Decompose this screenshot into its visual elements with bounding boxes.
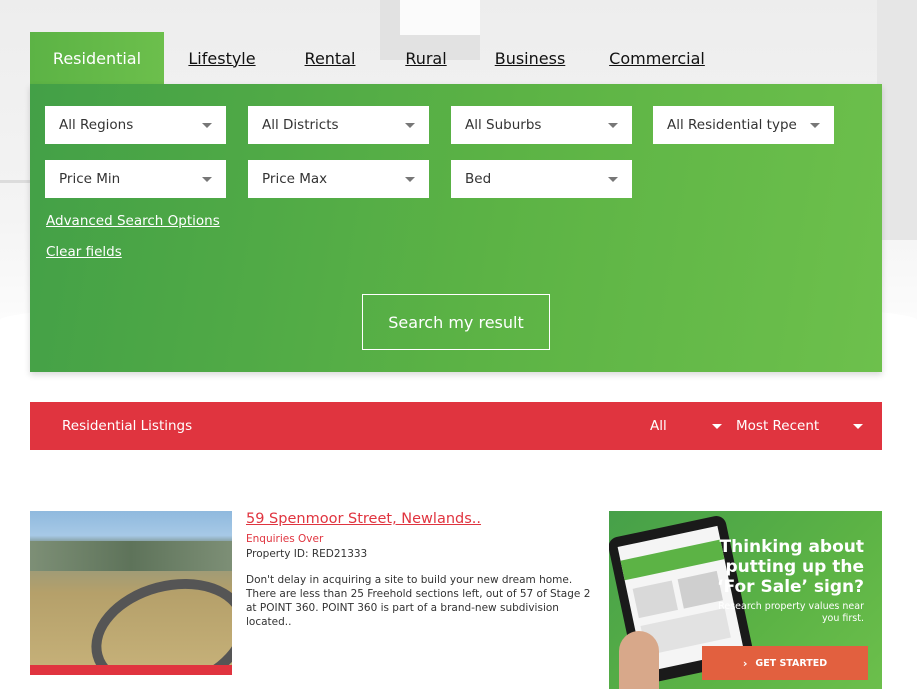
chevron-right-icon: › bbox=[742, 656, 748, 670]
listing-property-id: Property ID: RED21333 bbox=[246, 548, 368, 560]
residential-type-select[interactable]: All Residential type bbox=[653, 106, 834, 144]
clear-fields-link[interactable]: Clear fields bbox=[46, 244, 122, 260]
chevron-down-icon bbox=[853, 424, 863, 429]
property-type-tabs: Residential Lifestyle Rental Rural Busin… bbox=[30, 32, 726, 84]
residential-type-select-value: All Residential type bbox=[667, 117, 797, 133]
chevron-down-icon bbox=[608, 122, 618, 128]
listing-description: Don't delay in acquiring a site to build… bbox=[246, 574, 591, 628]
listing-filter-select[interactable]: All bbox=[650, 418, 667, 434]
background-wall bbox=[877, 0, 917, 240]
hand-illustration bbox=[619, 631, 659, 689]
districts-select-value: All Districts bbox=[262, 117, 339, 133]
chevron-down-icon bbox=[405, 176, 415, 182]
sort-select[interactable]: Most Recent bbox=[736, 418, 819, 434]
get-started-label: GET STARTED bbox=[755, 657, 828, 669]
ad-headline: Thinking about putting up the ‘For Sale’… bbox=[717, 537, 864, 597]
chevron-down-icon bbox=[810, 122, 820, 128]
tab-business[interactable]: Business bbox=[472, 32, 588, 84]
background-window-light bbox=[400, 0, 480, 35]
photo-hills bbox=[30, 541, 232, 571]
bed-select-value: Bed bbox=[465, 171, 492, 187]
chevron-down-icon bbox=[712, 424, 722, 429]
listings-title: Residential Listings bbox=[62, 418, 193, 434]
valuation-ad-banner[interactable]: Thinking about putting up the ‘For Sale’… bbox=[609, 511, 882, 689]
price-max-select-value: Price Max bbox=[262, 171, 328, 187]
price-min-select[interactable]: Price Min bbox=[45, 160, 226, 198]
get-started-button[interactable]: › GET STARTED bbox=[702, 646, 868, 680]
listing-status: Enquiries Over bbox=[246, 533, 324, 545]
tab-commercial[interactable]: Commercial bbox=[588, 32, 726, 84]
chevron-down-icon bbox=[202, 122, 212, 128]
photo-road bbox=[78, 562, 232, 675]
tab-lifestyle[interactable]: Lifestyle bbox=[164, 32, 280, 84]
tab-rental[interactable]: Rental bbox=[280, 32, 380, 84]
regions-select-value: All Regions bbox=[59, 117, 134, 133]
suburbs-select[interactable]: All Suburbs bbox=[451, 106, 632, 144]
ad-subtext: Research property values near you first. bbox=[718, 601, 864, 624]
chevron-down-icon bbox=[405, 122, 415, 128]
bed-select[interactable]: Bed bbox=[451, 160, 632, 198]
tab-residential[interactable]: Residential bbox=[30, 32, 164, 84]
photo-accent-bar bbox=[30, 665, 232, 675]
search-panel: All Regions All Districts All Suburbs Al… bbox=[30, 84, 882, 372]
districts-select[interactable]: All Districts bbox=[248, 106, 429, 144]
tablet-screen-photo bbox=[632, 580, 678, 619]
price-max-select[interactable]: Price Max bbox=[248, 160, 429, 198]
price-min-select-value: Price Min bbox=[59, 171, 121, 187]
chevron-down-icon bbox=[202, 176, 212, 182]
advanced-search-link[interactable]: Advanced Search Options bbox=[46, 213, 220, 229]
tab-rural[interactable]: Rural bbox=[380, 32, 472, 84]
listings-bar: Residential Listings All Most Recent bbox=[30, 402, 882, 450]
search-button[interactable]: Search my result bbox=[362, 294, 550, 350]
suburbs-select-value: All Suburbs bbox=[465, 117, 542, 133]
chevron-down-icon bbox=[608, 176, 618, 182]
listing-title-link[interactable]: 59 Spenmoor Street, Newlands.. bbox=[246, 511, 481, 527]
regions-select[interactable]: All Regions bbox=[45, 106, 226, 144]
listing-photo[interactable] bbox=[30, 511, 232, 675]
